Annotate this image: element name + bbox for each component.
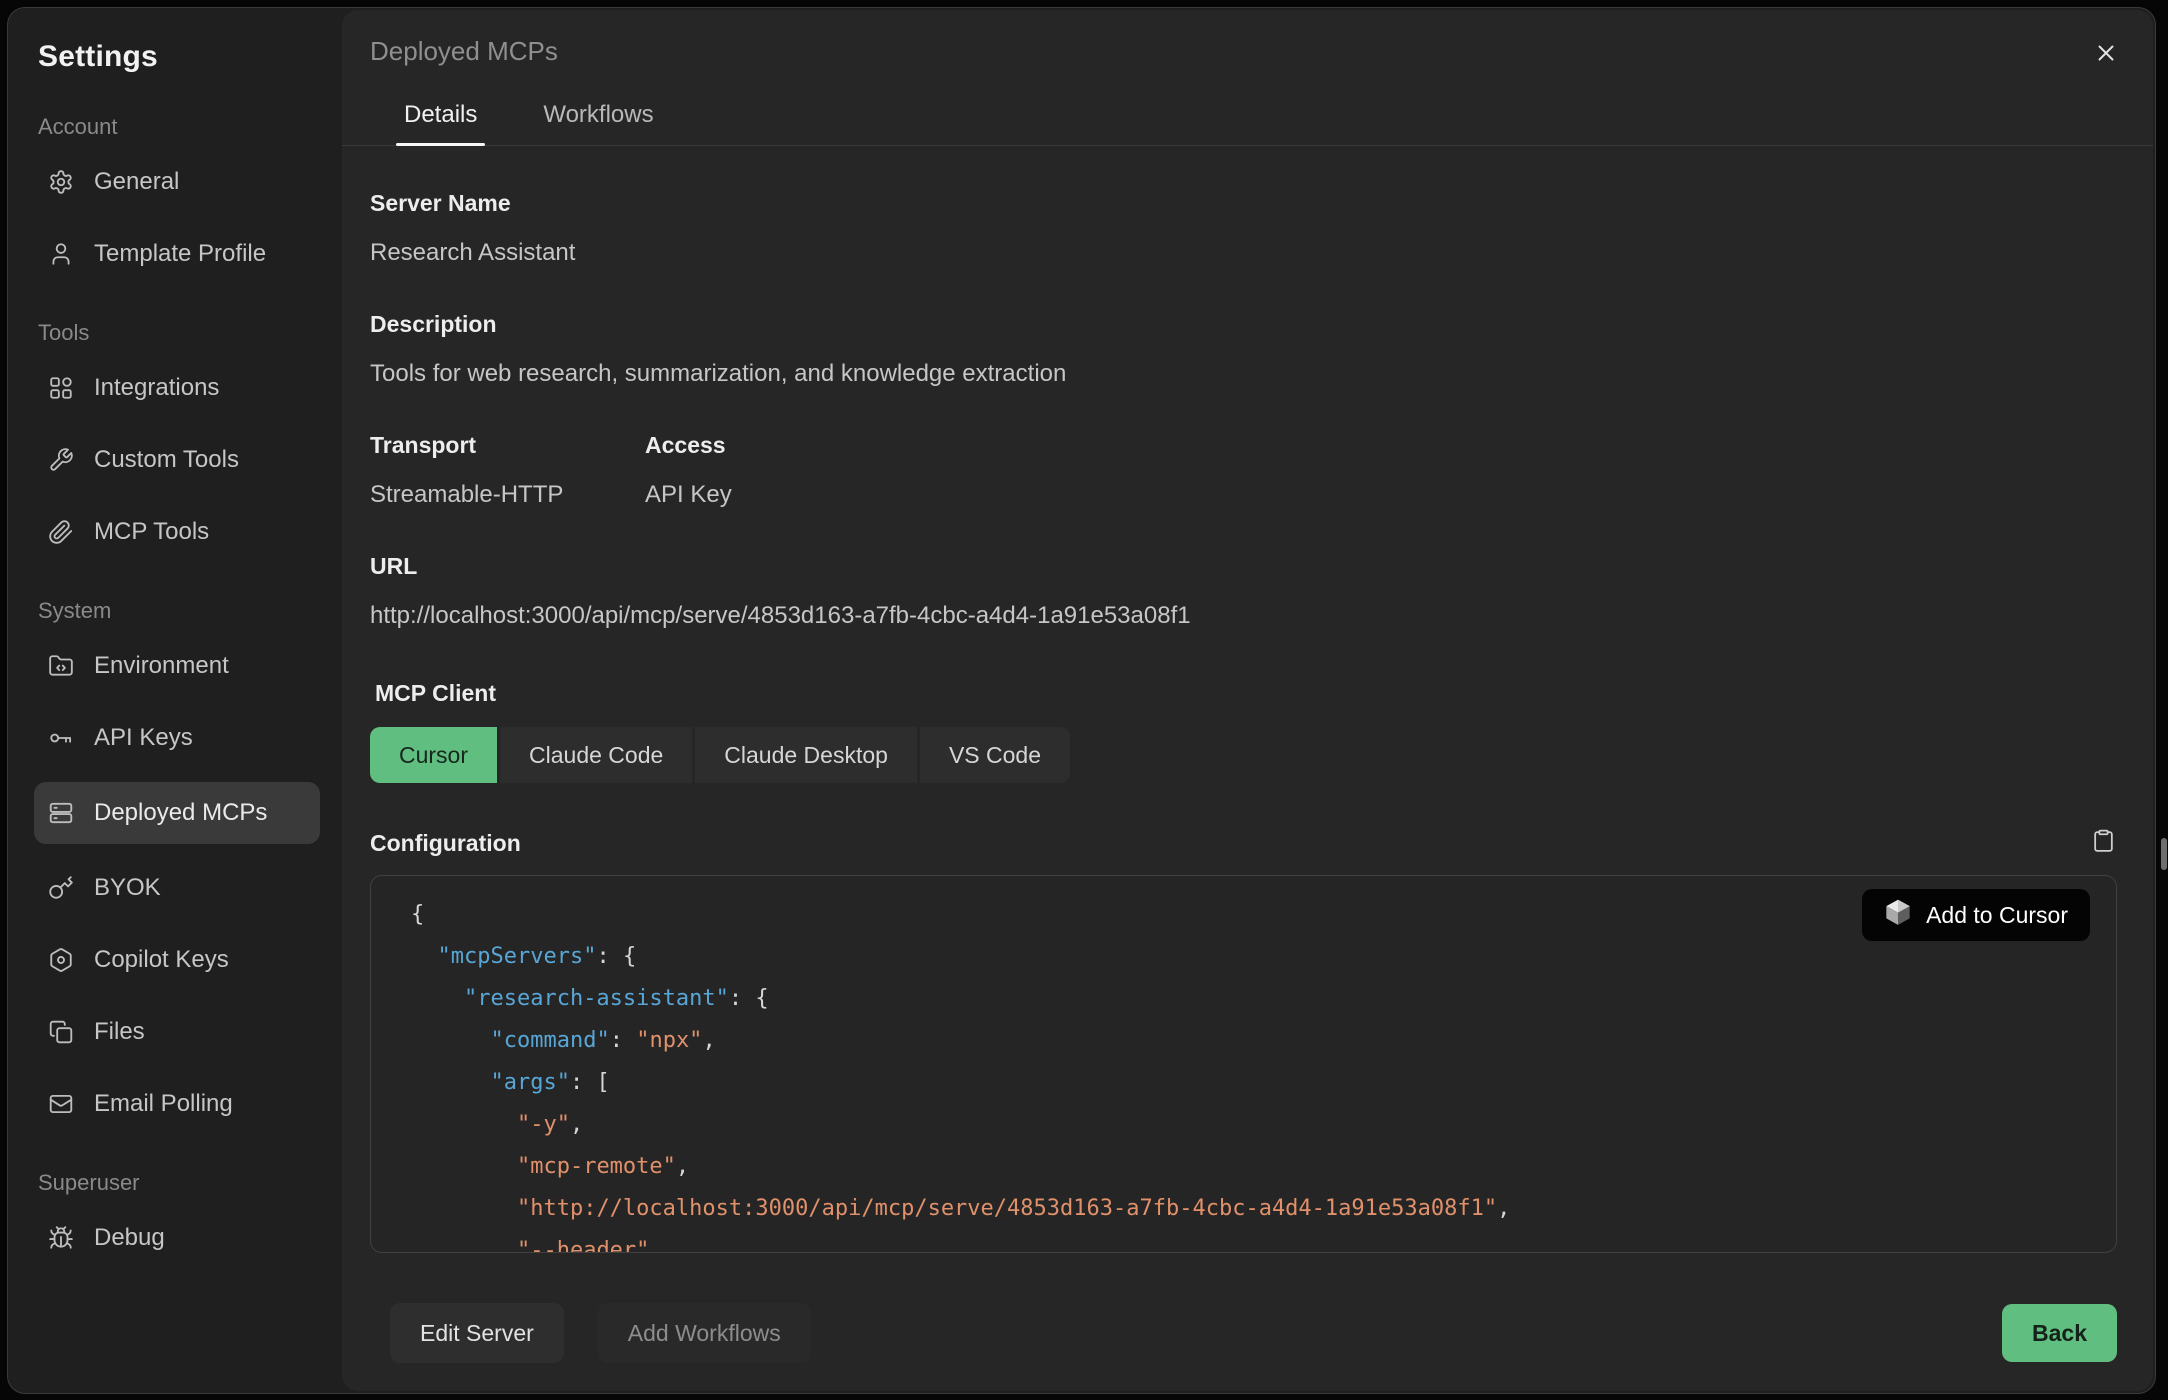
- tabs: Details Workflows: [342, 101, 2153, 146]
- panel-header: Deployed MCPs: [342, 10, 2153, 67]
- mcp-client-option-claude-desktop[interactable]: Claude Desktop: [695, 727, 917, 783]
- sidebar-item-label: Files: [94, 1018, 145, 1046]
- deployed-mcps-panel: Deployed MCPs Details Workflows Server Na…: [342, 10, 2153, 1391]
- files-icon: [48, 1019, 74, 1045]
- wrench-icon: [48, 447, 74, 473]
- sidebar-item-debug[interactable]: Debug: [34, 1210, 320, 1266]
- sidebar-item-api-keys[interactable]: API Keys: [34, 710, 320, 766]
- server-icon: [48, 800, 74, 826]
- sidebar-item-label: Debug: [94, 1224, 165, 1252]
- configuration-label: Configuration: [370, 830, 521, 857]
- code-line: "mcpServers": {: [411, 936, 2116, 978]
- sidebar-item-label: Template Profile: [94, 240, 266, 268]
- sidebar-item-integrations[interactable]: Integrations: [34, 360, 320, 416]
- transport-value: Streamable-HTTP: [370, 481, 645, 509]
- code-line: {: [411, 894, 2116, 936]
- add-to-cursor-button[interactable]: Add to Cursor: [1862, 889, 2090, 941]
- sidebar-item-template-profile[interactable]: Template Profile: [34, 226, 320, 282]
- paperclip-icon: [48, 519, 74, 545]
- sidebar-item-copilot-keys[interactable]: Copilot Keys: [34, 932, 320, 988]
- access-label: Access: [645, 432, 732, 459]
- code-lines: { "mcpServers": { "research-assistant": …: [411, 894, 2116, 1253]
- description-value: Tools for web research, summarization, a…: [370, 360, 2117, 388]
- cursor-cube-icon: [1884, 898, 1912, 932]
- bug-icon: [48, 1225, 74, 1251]
- sidebar-item-deployed-mcps[interactable]: Deployed MCPs: [34, 782, 320, 844]
- sidebar-section-label-account: Account: [38, 114, 340, 140]
- close-button[interactable]: [2089, 38, 2123, 72]
- hexagon-icon: [48, 947, 74, 973]
- sidebar-item-label: Deployed MCPs: [94, 799, 267, 827]
- sidebar-item-label: Custom Tools: [94, 446, 239, 474]
- edit-server-button[interactable]: Edit Server: [390, 1303, 564, 1363]
- code-line: "-y",: [411, 1104, 2116, 1146]
- panel-title: Deployed MCPs: [370, 36, 558, 67]
- sidebar-item-label: Email Polling: [94, 1090, 233, 1118]
- copy-configuration-button[interactable]: [2089, 829, 2117, 857]
- transport-label: Transport: [370, 432, 645, 459]
- tab-workflows[interactable]: Workflows: [535, 101, 661, 145]
- description-label: Description: [370, 311, 2117, 338]
- sidebar-section-label-system: System: [38, 598, 340, 624]
- sidebar-item-label: Copilot Keys: [94, 946, 229, 974]
- panel-footer: Edit Server Add Workflows Back: [342, 1269, 2153, 1391]
- sidebar-item-custom-tools[interactable]: Custom Tools: [34, 432, 320, 488]
- sidebar-item-files[interactable]: Files: [34, 1004, 320, 1060]
- integrations-icon: [48, 375, 74, 401]
- clipboard-icon: [2091, 828, 2116, 858]
- settings-modal: Settings Account General Template Profile T…: [7, 7, 2156, 1394]
- sidebar-item-label: API Keys: [94, 724, 193, 752]
- sidebar-item-general[interactable]: General: [34, 154, 320, 210]
- add-workflows-button[interactable]: Add Workflows: [598, 1303, 811, 1363]
- settings-sidebar: Settings Account General Template Profile T…: [8, 8, 340, 1393]
- url-label: URL: [370, 553, 2117, 580]
- user-icon: [48, 241, 74, 267]
- url-value: http://localhost:3000/api/mcp/serve/4853…: [370, 602, 2117, 630]
- code-line: "mcp-remote",: [411, 1146, 2116, 1188]
- sidebar-item-label: General: [94, 168, 179, 196]
- sidebar-section-label-superuser: Superuser: [38, 1170, 340, 1196]
- mcp-client-option-cursor[interactable]: Cursor: [370, 727, 497, 783]
- sidebar-item-environment[interactable]: Environment: [34, 638, 320, 694]
- code-line: "research-assistant": {: [411, 978, 2116, 1020]
- sidebar-item-mcp-tools[interactable]: MCP Tools: [34, 504, 320, 560]
- configuration-code-block[interactable]: { "mcpServers": { "research-assistant": …: [370, 875, 2117, 1253]
- sidebar-item-label: MCP Tools: [94, 518, 209, 546]
- sidebar-item-byok[interactable]: BYOK: [34, 860, 320, 916]
- server-name-value: Research Assistant: [370, 239, 2117, 267]
- key-diagonal-icon: [48, 875, 74, 901]
- back-button[interactable]: Back: [2002, 1304, 2117, 1362]
- add-to-cursor-label: Add to Cursor: [1926, 902, 2068, 929]
- gear-icon: [48, 169, 74, 195]
- mcp-client-label: MCP Client: [375, 680, 2117, 707]
- mcp-client-segmented-control: CursorClaude CodeClaude DesktopVS Code: [370, 727, 1070, 783]
- sidebar-item-label: BYOK: [94, 874, 161, 902]
- page-scrollbar-thumb[interactable]: [2161, 838, 2167, 870]
- sidebar-item-label: Environment: [94, 652, 229, 680]
- details-content: Server Name Research Assistant Descripti…: [342, 146, 2153, 1269]
- code-line: "args": [: [411, 1062, 2116, 1104]
- server-name-label: Server Name: [370, 190, 2117, 217]
- sidebar-item-label: Integrations: [94, 374, 219, 402]
- mcp-client-option-claude-code[interactable]: Claude Code: [500, 727, 692, 783]
- code-line: "http://localhost:3000/api/mcp/serve/485…: [411, 1188, 2116, 1230]
- sidebar-item-email-polling[interactable]: Email Polling: [34, 1076, 320, 1132]
- sidebar-sections: Account General Template Profile Tools Integ…: [34, 114, 340, 1266]
- close-icon: [2093, 40, 2119, 71]
- folder-code-icon: [48, 653, 74, 679]
- settings-title: Settings: [38, 40, 340, 74]
- sidebar-section-label-tools: Tools: [38, 320, 340, 346]
- code-line: "--header": [411, 1230, 2116, 1253]
- tab-details[interactable]: Details: [396, 101, 485, 145]
- mail-icon: [48, 1091, 74, 1117]
- access-value: API Key: [645, 481, 732, 509]
- code-line: "command": "npx",: [411, 1020, 2116, 1062]
- key-round-icon: [48, 725, 74, 751]
- mcp-client-option-vs-code[interactable]: VS Code: [920, 727, 1070, 783]
